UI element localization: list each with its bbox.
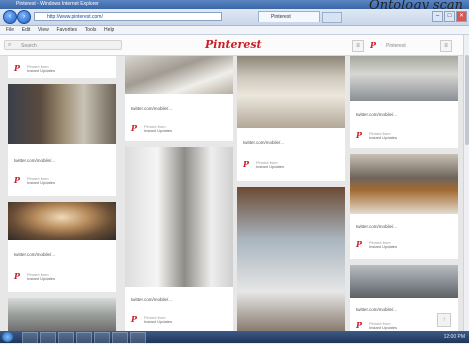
pin-description: twitter.com/mobile/... <box>131 106 173 111</box>
pin-source-icon: P <box>356 320 363 330</box>
pin-column-1: P Pinned from Instant Updates twitter.co… <box>8 56 116 331</box>
pin-card[interactable]: twitter.com/mobile/... P Pinned from Ins… <box>8 84 116 196</box>
pin-image[interactable] <box>350 154 458 214</box>
pin-source-icon: P <box>356 130 363 140</box>
pin-description: twitter.com/mobile/... <box>356 307 398 312</box>
pin-image[interactable] <box>125 56 233 94</box>
pin-source-name[interactable]: Instant Updates <box>369 244 397 249</box>
pin-description: twitter.com/mobile/... <box>14 252 56 257</box>
pin-card[interactable]: twitter.com/mobile/... P Pinned from Ins… <box>350 154 458 259</box>
taskbar-explorer-icon[interactable] <box>40 332 56 344</box>
tab-pinterest[interactable]: Pinterest <box>258 11 320 22</box>
browser-titlebar: Pinterest - Windows Internet Explorer On… <box>0 0 469 13</box>
menu-bar: File Edit View Favorites Tools Help <box>0 26 469 35</box>
pin-image[interactable] <box>8 84 116 144</box>
system-clock[interactable]: 12:00 PM <box>444 334 465 340</box>
page-scrollbar[interactable] <box>463 35 469 331</box>
taskbar-app-icon[interactable] <box>112 332 128 344</box>
search-icon: ⌕ <box>8 42 12 48</box>
pin-source-name[interactable]: Instant Updates <box>27 180 55 185</box>
pin-source-name[interactable]: Instant Updates <box>144 319 172 324</box>
user-pin-icon: P <box>370 40 377 50</box>
pin-description: twitter.com/mobile/... <box>356 224 398 229</box>
search-input[interactable]: Search <box>4 40 122 50</box>
pin-image[interactable] <box>237 187 345 331</box>
pin-source-name[interactable]: Instant Updates <box>144 128 172 133</box>
close-button[interactable]: ✕ <box>456 11 467 22</box>
pin-image[interactable] <box>350 56 458 101</box>
menu-favorites[interactable]: Favorites <box>56 27 77 33</box>
taskbar-app-icon[interactable] <box>76 332 92 344</box>
pin-source-icon: P <box>243 159 250 169</box>
pin-source-name[interactable]: Instant Updates <box>27 276 55 281</box>
menu-help[interactable]: Help <box>104 27 114 33</box>
pin-card[interactable]: twitter.com/mobile/... P Pinned from Ins… <box>350 56 458 148</box>
pin-card[interactable]: twitter.com/mobile/... P Pinned from Ins… <box>237 56 345 181</box>
pin-source-icon: P <box>14 63 21 73</box>
pin-card[interactable] <box>8 298 116 331</box>
taskbar-app-icon[interactable] <box>130 332 146 344</box>
pin-image[interactable] <box>8 298 116 331</box>
pin-card[interactable] <box>237 187 345 331</box>
pin-source-name[interactable]: Instant Updates <box>27 68 55 73</box>
taskbar-app-icon[interactable] <box>94 332 110 344</box>
pin-description: twitter.com/mobile/... <box>131 297 173 302</box>
browser-toolbar: ‹ › http://www.pinterest.com/ Pinterest … <box>0 9 469 26</box>
pin-description: twitter.com/mobile/... <box>243 140 285 145</box>
address-bar[interactable]: http://www.pinterest.com/ <box>34 12 222 21</box>
pin-source-name[interactable]: Instant Updates <box>256 164 284 169</box>
menu-file[interactable]: File <box>6 27 14 33</box>
minimize-button[interactable]: – <box>432 11 443 22</box>
menu-edit[interactable]: Edit <box>22 27 31 33</box>
more-button[interactable]: ≡ <box>440 40 452 52</box>
pinterest-logo[interactable]: Pinterest <box>205 38 262 51</box>
forward-button[interactable]: › <box>17 10 31 24</box>
pin-image[interactable] <box>125 147 233 287</box>
menu-tools[interactable]: Tools <box>85 27 97 33</box>
pin-card[interactable]: twitter.com/mobile/... P Pinned from Ins… <box>8 202 116 292</box>
pin-column-3: twitter.com/mobile/... P Pinned from Ins… <box>237 56 345 331</box>
pin-source-icon: P <box>356 239 363 249</box>
pin-source-name[interactable]: Instant Updates <box>369 135 397 140</box>
pin-image[interactable] <box>8 202 116 240</box>
windows-taskbar: 12:00 PM <box>0 331 469 344</box>
start-button[interactable] <box>2 332 13 342</box>
scroll-to-top-button[interactable]: ↑ <box>437 313 451 327</box>
pin-source-icon: P <box>131 314 138 324</box>
taskbar-media-icon[interactable] <box>58 332 74 344</box>
pin-source-icon: P <box>131 123 138 133</box>
pin-card[interactable]: twitter.com/mobile/... P Pinned from Ins… <box>125 56 233 141</box>
menu-view[interactable]: View <box>38 27 49 33</box>
scrollbar-thumb[interactable] <box>465 55 469 145</box>
pin-description: twitter.com/mobile/... <box>356 112 398 117</box>
pin-description: twitter.com/mobile/... <box>14 158 56 163</box>
pin-source-icon: P <box>14 175 21 185</box>
window-title: Pinterest - Windows Internet Explorer <box>16 1 99 7</box>
pin-image[interactable] <box>237 56 345 128</box>
user-name[interactable]: Pinterest <box>386 43 406 49</box>
back-button[interactable]: ‹ <box>3 10 17 24</box>
pin-column-4: twitter.com/mobile/... P Pinned from Ins… <box>350 56 458 331</box>
pin-image[interactable] <box>350 265 458 298</box>
pin-card[interactable]: twitter.com/mobile/... P Pinned from Ins… <box>125 147 233 331</box>
pin-board: P Pinned from Instant Updates twitter.co… <box>0 56 463 331</box>
new-tab-button[interactable] <box>322 12 342 23</box>
pinterest-header: Search ⌕ Pinterest ≡ P Pinterest ≡ <box>0 35 463 56</box>
menu-button[interactable]: ≡ <box>352 40 364 52</box>
pin-card[interactable]: P Pinned from Instant Updates <box>8 56 116 78</box>
maximize-button[interactable]: □ <box>444 11 455 22</box>
pin-column-2: twitter.com/mobile/... P Pinned from Ins… <box>125 56 233 331</box>
pin-source-name[interactable]: Instant Updates <box>369 325 397 330</box>
taskbar-ie-icon[interactable] <box>22 332 38 344</box>
pin-source-icon: P <box>14 271 21 281</box>
